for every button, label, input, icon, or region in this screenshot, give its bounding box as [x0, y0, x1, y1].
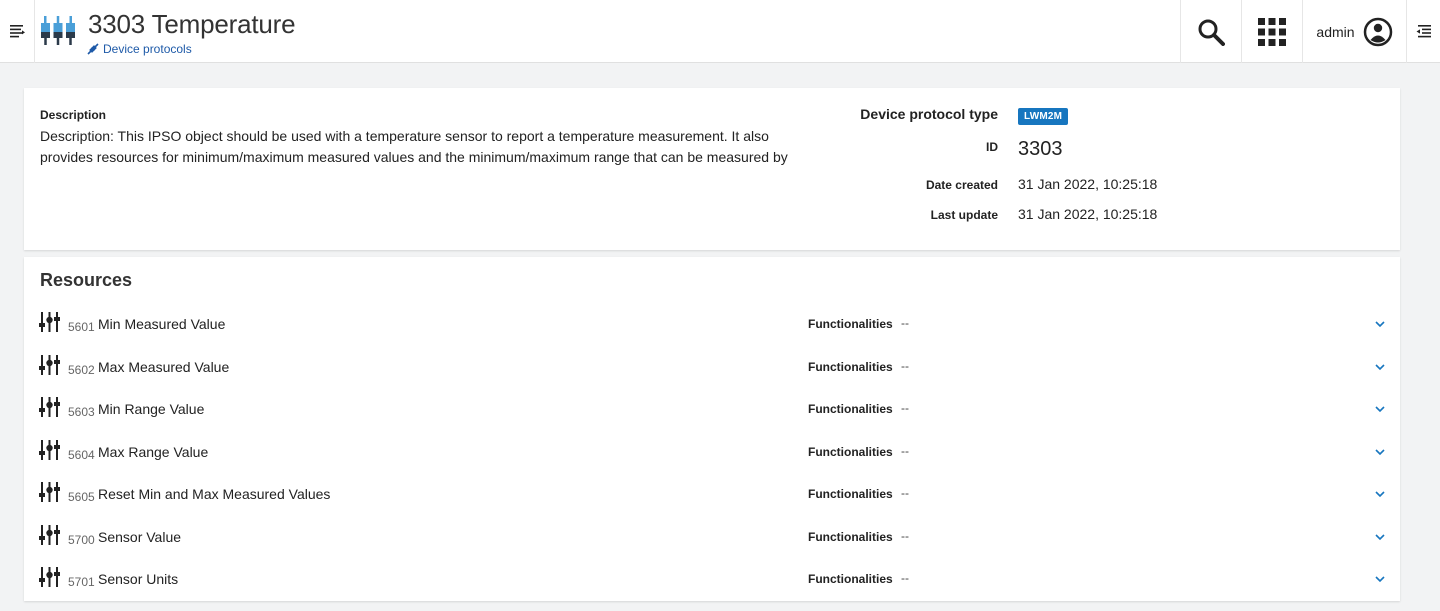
functionalities-value: --	[901, 401, 909, 415]
protocol-type-badge: LWM2M	[1018, 108, 1069, 125]
functionalities-label: Functionalities	[808, 444, 893, 459]
description-label: Description	[40, 108, 107, 122]
resources-title: Resources	[40, 270, 133, 290]
chevron-down-icon[interactable]	[1373, 445, 1387, 459]
resource-id: 5700	[68, 532, 95, 547]
protocol-type-value: LWM2M	[1018, 106, 1069, 125]
id-value: 3303	[1018, 138, 1063, 160]
date-created-value: 31 Jan 2022, 10:25:18	[1018, 176, 1158, 192]
menu-lines-icon	[9, 25, 25, 38]
device-protocol-icon	[41, 16, 75, 45]
app-switcher-button[interactable]	[1241, 0, 1302, 63]
page-title: 3303 Temperature	[88, 9, 296, 39]
resource-row[interactable]: 5605 Reset Min and Max Measured Values Fun…	[24, 473, 1400, 515]
chevron-down-icon[interactable]	[1373, 572, 1387, 586]
sliders-icon	[39, 312, 61, 332]
functionalities-value: --	[901, 486, 909, 500]
chevron-down-icon[interactable]	[1373, 402, 1387, 416]
sliders-icon	[39, 482, 61, 502]
search-icon	[1198, 19, 1225, 46]
resource-row[interactable]: 5701 Sensor Units Functionalities --	[24, 558, 1400, 600]
functionalities-label: Functionalities	[808, 487, 893, 501]
breadcrumb[interactable]: Device protocols	[87, 42, 192, 56]
protocol-type-label: Device protocol type	[860, 106, 998, 122]
functionalities-value: --	[901, 443, 909, 458]
resource-row[interactable]: 5700 Sensor Value Functionalities --	[24, 516, 1400, 558]
chevron-down-icon[interactable]	[1373, 487, 1387, 501]
resource-id: 5605	[68, 490, 95, 504]
functionalities-value: --	[901, 358, 909, 373]
sliders-icon	[39, 567, 61, 587]
top-bar: 3303 Temperature Device protocols admin	[0, 0, 1440, 63]
resource-name: Min Measured Value	[98, 316, 226, 332]
resource-name: Sensor Value	[98, 528, 182, 545]
app-grid-icon	[1258, 17, 1286, 46]
resource-name: Max Measured Value	[98, 358, 230, 375]
chevron-down-icon[interactable]	[1373, 360, 1387, 374]
functionalities-label: Functionalities	[808, 317, 893, 331]
functionalities-label: Functionalities	[808, 359, 893, 374]
last-update-label: Last update	[930, 208, 998, 222]
sliders-icon	[39, 524, 61, 545]
right-drawer-icon	[1416, 25, 1431, 38]
resource-id: 5604	[68, 447, 95, 462]
resource-name: Min Range Value	[98, 401, 205, 417]
resource-name: Max Range Value	[98, 443, 209, 460]
functionalities-value: --	[901, 316, 909, 330]
user-circle-icon	[1363, 17, 1392, 46]
breadcrumb-label[interactable]: Device protocols	[103, 42, 192, 56]
resource-row[interactable]: 5603 Min Range Value Functionalities --	[24, 388, 1400, 430]
chevron-down-icon[interactable]	[1373, 317, 1387, 331]
functionalities-value: --	[901, 528, 909, 543]
protocol-info-card: Description Description: This IPSO objec…	[24, 88, 1400, 250]
functionalities-value: --	[901, 571, 909, 585]
description-text: Description: This IPSO object should be …	[40, 128, 788, 165]
resource-id: 5601	[68, 320, 95, 334]
sliders-icon	[39, 439, 61, 460]
functionalities-label: Functionalities	[808, 572, 893, 586]
resource-row[interactable]: 5601 Min Measured Value Functionalities --	[24, 303, 1400, 345]
resource-row[interactable]: 5604 Max Range Value Functionalities --	[24, 431, 1400, 473]
menu-toggle-button[interactable]	[0, 0, 35, 63]
sliders-icon	[39, 397, 61, 417]
resource-id: 5701	[68, 575, 95, 589]
right-drawer-button[interactable]	[1406, 0, 1440, 63]
resource-name: Sensor Units	[98, 571, 179, 587]
protocol-small-icon	[87, 43, 99, 55]
resource-name: Reset Min and Max Measured Values	[98, 486, 331, 502]
functionalities-label: Functionalities	[808, 402, 893, 416]
sliders-icon	[39, 354, 61, 375]
resource-id: 5602	[68, 362, 95, 377]
resources-card: Resources 5601 Min Measured Value Function…	[24, 257, 1400, 601]
resource-row[interactable]: 5602 Max Measured Value Functionalities --	[24, 346, 1400, 388]
resource-id: 5603	[68, 405, 95, 419]
id-label: ID	[986, 140, 998, 154]
last-update-value: 31 Jan 2022, 10:25:18	[1018, 206, 1158, 222]
date-created-label: Date created	[925, 178, 998, 192]
chevron-down-icon[interactable]	[1373, 530, 1387, 544]
user-menu-button[interactable]: admin	[1302, 0, 1406, 63]
username: admin	[1316, 23, 1355, 40]
search-button[interactable]	[1180, 0, 1241, 63]
functionalities-label: Functionalities	[808, 529, 893, 544]
